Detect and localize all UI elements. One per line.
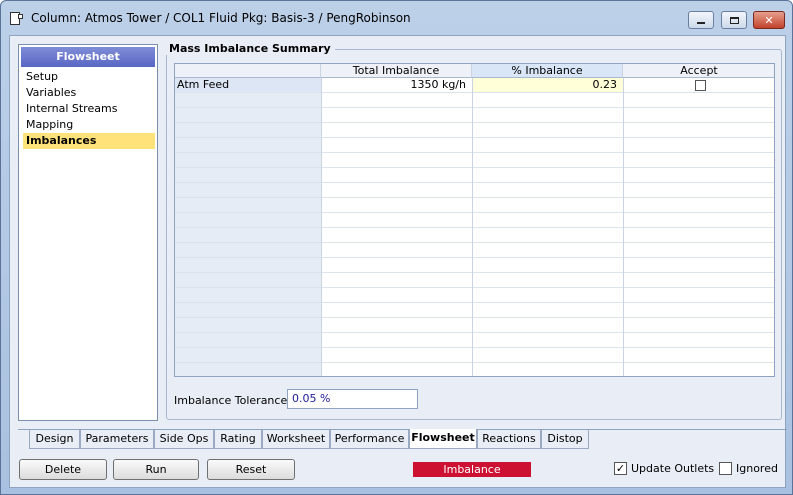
tab-parameters[interactable]: Parameters bbox=[80, 430, 154, 449]
ignored-checkbox[interactable] bbox=[719, 462, 732, 475]
header-accept[interactable]: Accept bbox=[623, 64, 774, 78]
client-area: Flowsheet Setup Variables Internal Strea… bbox=[9, 35, 787, 488]
grid-row-line bbox=[175, 332, 774, 333]
grid-col-line bbox=[321, 64, 322, 376]
column-window: Column: Atmos Tower / COL1 Fluid Pkg: Ba… bbox=[0, 0, 793, 495]
ignored-label: Ignored bbox=[736, 462, 778, 475]
grid-row-line bbox=[175, 212, 774, 213]
status-indicator: Imbalance bbox=[413, 462, 531, 477]
nav-item-setup[interactable]: Setup bbox=[23, 69, 155, 85]
close-button[interactable]: ✕ bbox=[753, 11, 785, 29]
nav-header: Flowsheet bbox=[21, 47, 155, 67]
imbalance-tolerance-label: Imbalance Tolerance bbox=[174, 394, 288, 407]
tab-rating[interactable]: Rating bbox=[214, 430, 262, 449]
tab-distop[interactable]: Distop bbox=[541, 430, 589, 449]
minimize-icon bbox=[697, 22, 705, 24]
header-pct-imbalance[interactable]: % Imbalance bbox=[472, 64, 623, 78]
tab-reactions[interactable]: Reactions bbox=[477, 430, 541, 449]
imbalance-tolerance-field[interactable]: 0.05 % bbox=[287, 389, 418, 409]
grid-row-line bbox=[175, 227, 774, 228]
close-icon: ✕ bbox=[764, 13, 774, 27]
grid-row-line bbox=[175, 257, 774, 258]
update-outlets-checkbox[interactable]: ✓ bbox=[614, 462, 627, 475]
maximize-icon bbox=[729, 16, 739, 24]
grid-row-line bbox=[175, 242, 774, 243]
grid-row-line bbox=[175, 362, 774, 363]
flowsheet-nav: Flowsheet Setup Variables Internal Strea… bbox=[18, 44, 158, 421]
delete-button[interactable]: Delete bbox=[19, 459, 107, 480]
window-title: Column: Atmos Tower / COL1 Fluid Pkg: Ba… bbox=[31, 11, 411, 25]
grid-row-line bbox=[175, 317, 774, 318]
cell-pct-imbalance[interactable]: 0.23 bbox=[473, 78, 623, 92]
grid-col-line bbox=[472, 64, 473, 376]
tab-performance[interactable]: Performance bbox=[330, 430, 409, 449]
grid-row-line bbox=[175, 182, 774, 183]
nav-item-mapping[interactable]: Mapping bbox=[23, 117, 155, 133]
grid-row-line bbox=[175, 107, 774, 108]
reset-button[interactable]: Reset bbox=[207, 459, 295, 480]
update-outlets-option[interactable]: ✓ Update Outlets bbox=[614, 462, 714, 475]
grid-row-line bbox=[175, 347, 774, 348]
minimize-button[interactable] bbox=[688, 11, 714, 29]
grid-col-line bbox=[623, 64, 624, 376]
grid-row-line bbox=[175, 167, 774, 168]
ignored-option[interactable]: Ignored bbox=[719, 462, 778, 475]
grid-row-line bbox=[175, 287, 774, 288]
tab-flowsheet[interactable]: Flowsheet bbox=[409, 429, 477, 449]
cell-total-imbalance[interactable]: 1350 kg/h bbox=[322, 78, 472, 92]
row-name-atm-feed[interactable]: Atm Feed bbox=[175, 78, 321, 92]
grid-corner-header bbox=[175, 64, 321, 78]
title-bar[interactable]: Column: Atmos Tower / COL1 Fluid Pkg: Ba… bbox=[1, 1, 792, 35]
run-button[interactable]: Run bbox=[113, 459, 199, 480]
grid-row-line bbox=[175, 302, 774, 303]
nav-item-variables[interactable]: Variables bbox=[23, 85, 155, 101]
accept-checkbox[interactable] bbox=[695, 80, 706, 91]
grid-row-line bbox=[175, 92, 774, 93]
update-outlets-label: Update Outlets bbox=[631, 462, 715, 475]
nav-item-imbalances[interactable]: Imbalances bbox=[23, 133, 155, 149]
tab-design[interactable]: Design bbox=[29, 430, 80, 449]
tab-side-ops[interactable]: Side Ops bbox=[154, 430, 214, 449]
grid-row-line bbox=[175, 137, 774, 138]
grid-row-line bbox=[175, 272, 774, 273]
grid-row-line bbox=[175, 197, 774, 198]
imbalance-grid: Total Imbalance % Imbalance Accept Atm F… bbox=[174, 63, 775, 377]
maximize-button[interactable] bbox=[721, 11, 747, 29]
grid-row-line bbox=[175, 122, 774, 123]
header-total-imbalance[interactable]: Total Imbalance bbox=[321, 64, 472, 78]
row-header-column bbox=[175, 64, 321, 376]
window-icon bbox=[10, 12, 23, 25]
group-title: Mass Imbalance Summary bbox=[166, 42, 335, 55]
tab-worksheet[interactable]: Worksheet bbox=[262, 430, 330, 449]
grid-row-line bbox=[175, 152, 774, 153]
nav-item-internal-streams[interactable]: Internal Streams bbox=[23, 101, 155, 117]
